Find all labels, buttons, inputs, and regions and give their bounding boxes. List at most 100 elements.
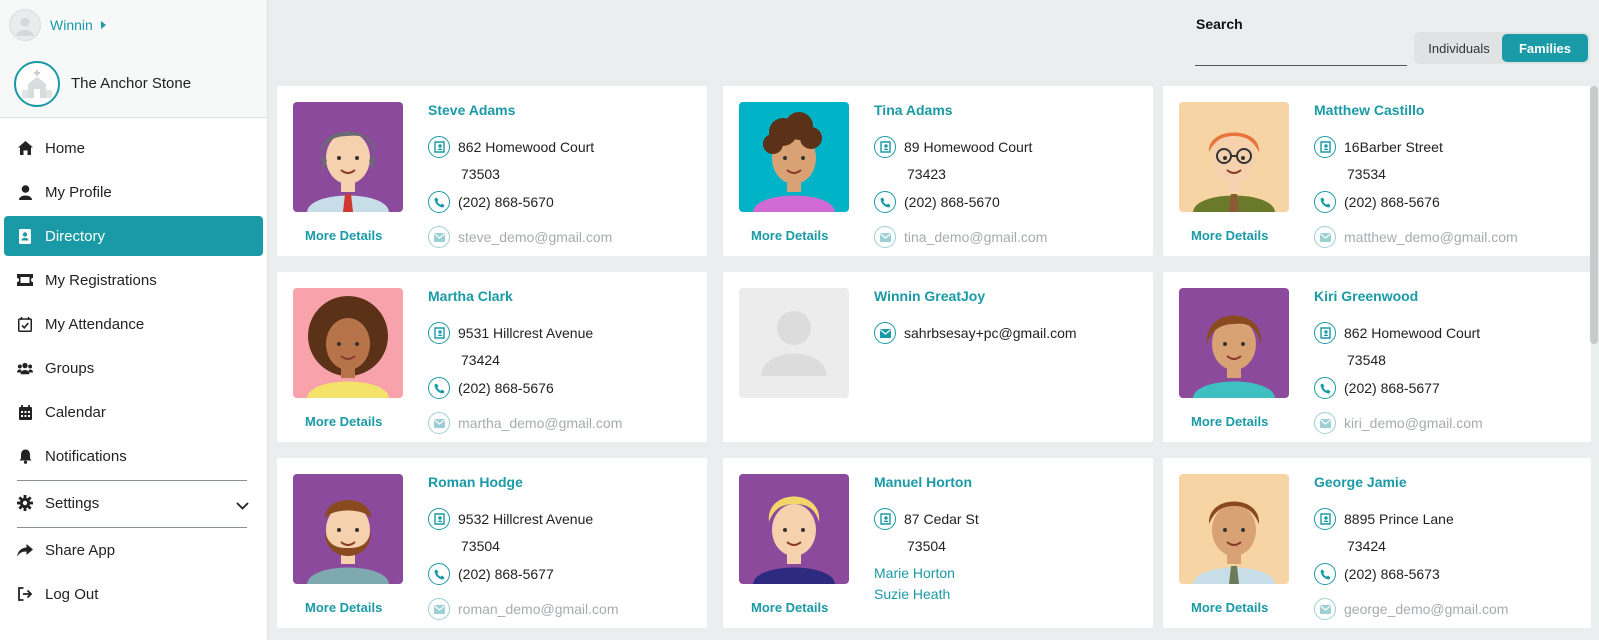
toggle-individuals[interactable]: Individuals (1416, 34, 1502, 62)
phone-text[interactable]: (202) 868-5677 (458, 566, 554, 582)
nav-notifications[interactable]: Notifications (4, 436, 263, 476)
map-marker-icon (1314, 136, 1336, 158)
church-header: The Anchor Stone (0, 50, 267, 118)
email-row: kiri_demo@gmail.com (1314, 412, 1583, 434)
envelope-icon (874, 322, 896, 344)
search-label: Search (1196, 16, 1243, 32)
address-book-icon (17, 228, 33, 244)
more-details-link[interactable]: More Details (305, 228, 382, 243)
envelope-icon (428, 226, 450, 248)
member-name[interactable]: Roman Hodge (428, 474, 699, 494)
address-row: 9531 Hillcrest Avenue (428, 322, 699, 344)
profile-photo[interactable] (1179, 474, 1289, 584)
phone-text[interactable]: (202) 868-5670 (458, 194, 554, 210)
phone-text[interactable]: (202) 868-5676 (458, 380, 554, 396)
directory-card[interactable]: More Details George Jamie 8895 Prince Lane… (1163, 458, 1591, 628)
phone-row: (202) 868-5673 (1314, 563, 1583, 585)
nav-share-app[interactable]: Share App (4, 530, 263, 570)
directory-grid: More Details Steve Adams 862 Homewood Cour… (277, 86, 1591, 640)
nav-directory[interactable]: Directory (4, 216, 263, 256)
nav-my-profile[interactable]: My Profile (4, 172, 263, 212)
email-text[interactable]: steve_demo@gmail.com (458, 229, 612, 245)
profile-photo[interactable] (739, 288, 849, 398)
profile-photo[interactable] (293, 288, 403, 398)
profile-photo[interactable] (1179, 102, 1289, 212)
email-text[interactable]: tina_demo@gmail.com (904, 229, 1047, 245)
directory-card[interactable]: More Details Manuel Horton 87 Cedar St 7350… (723, 458, 1153, 628)
nav-my-registrations[interactable]: My Registrations (4, 260, 263, 300)
nav-settings[interactable]: Settings (4, 483, 263, 523)
zip-text: 73424 (461, 352, 500, 368)
member-name[interactable]: Manuel Horton (874, 474, 1145, 494)
email-text[interactable]: roman_demo@gmail.com (458, 601, 619, 617)
email-text[interactable]: kiri_demo@gmail.com (1344, 415, 1483, 431)
zip-text: 73504 (461, 538, 500, 554)
nav-log-out[interactable]: Log Out (4, 574, 263, 614)
more-details-link[interactable]: More Details (305, 600, 382, 615)
phone-row: (202) 868-5676 (1314, 191, 1583, 213)
zip-text: 73503 (461, 166, 500, 182)
user-menu[interactable]: Winnin (0, 0, 267, 50)
phone-text[interactable]: (202) 868-5676 (1344, 194, 1440, 210)
member-name[interactable]: Matthew Castillo (1314, 102, 1583, 122)
profile-photo[interactable] (293, 474, 403, 584)
member-name[interactable]: George Jamie (1314, 474, 1583, 494)
users-icon (17, 360, 33, 376)
more-details-link[interactable]: More Details (305, 414, 382, 429)
nav-divider (17, 480, 247, 481)
email-text[interactable]: george_demo@gmail.com (1344, 601, 1508, 617)
profile-photo[interactable] (293, 102, 403, 212)
more-details-link[interactable]: More Details (1191, 228, 1268, 243)
chevron-down-icon[interactable] (236, 497, 249, 514)
nav-groups[interactable]: Groups (4, 348, 263, 388)
phone-text[interactable]: (202) 868-5673 (1344, 566, 1440, 582)
email-text[interactable]: sahrbsesay+pc@gmail.com (904, 325, 1077, 341)
member-name[interactable]: Winnin GreatJoy (874, 288, 1145, 308)
family-member-link[interactable]: Suzie Heath (874, 584, 1145, 605)
nav-home[interactable]: Home (4, 128, 263, 168)
map-marker-icon (428, 508, 450, 530)
envelope-icon (428, 412, 450, 434)
card-info: Manuel Horton 87 Cedar St 73504 Marie Horto… (874, 474, 1145, 605)
phone-text[interactable]: (202) 868-5677 (1344, 380, 1440, 396)
share-icon (17, 542, 33, 558)
sign-out-icon (17, 586, 33, 602)
more-details-link[interactable]: More Details (1191, 600, 1268, 615)
phone-text[interactable]: (202) 868-5670 (904, 194, 1000, 210)
family-member-link[interactable]: Marie Horton (874, 563, 1145, 584)
member-name[interactable]: Steve Adams (428, 102, 699, 122)
caret-right-icon[interactable] (100, 21, 106, 29)
email-text[interactable]: martha_demo@gmail.com (458, 415, 622, 431)
more-details-link[interactable]: More Details (751, 228, 828, 243)
nav-my-attendance[interactable]: My Attendance (4, 304, 263, 344)
directory-card[interactable]: More Details Steve Adams 862 Homewood Cour… (277, 86, 707, 256)
directory-card[interactable]: Winnin GreatJoy sahrbsesay+pc@gmail.com (723, 272, 1153, 442)
directory-card[interactable]: More Details Roman Hodge 9532 Hillcrest Av… (277, 458, 707, 628)
directory-card[interactable]: More Details Matthew Castillo 16Barber Str… (1163, 86, 1591, 256)
more-details-link[interactable]: More Details (751, 600, 828, 615)
search-input[interactable] (1195, 40, 1407, 66)
address-text: 9532 Hillcrest Avenue (458, 511, 594, 527)
member-name[interactable]: Kiri Greenwood (1314, 288, 1583, 308)
directory-card[interactable]: More Details Kiri Greenwood 862 Homewood C… (1163, 272, 1591, 442)
directory-card[interactable]: More Details Martha Clark 9531 Hillcrest A… (277, 272, 707, 442)
church-logo (14, 60, 60, 107)
directory-card[interactable]: More Details Tina Adams 89 Homewood Court 7… (723, 86, 1153, 256)
member-name[interactable]: Tina Adams (874, 102, 1145, 122)
envelope-icon (1314, 412, 1336, 434)
member-name[interactable]: Martha Clark (428, 288, 699, 308)
toggle-families[interactable]: Families (1502, 34, 1588, 62)
profile-photo[interactable] (1179, 288, 1289, 398)
email-row: george_demo@gmail.com (1314, 598, 1583, 620)
phone-icon (428, 563, 450, 585)
profile-photo[interactable] (739, 102, 849, 212)
scrollbar[interactable] (1590, 86, 1598, 344)
profile-photo[interactable] (739, 474, 849, 584)
phone-row: (202) 868-5676 (428, 377, 699, 399)
nav-calendar[interactable]: Calendar (4, 392, 263, 432)
home-icon (17, 140, 33, 156)
user-name[interactable]: Winnin (50, 17, 93, 33)
more-details-link[interactable]: More Details (1191, 414, 1268, 429)
email-text[interactable]: matthew_demo@gmail.com (1344, 229, 1518, 245)
calendar-icon (17, 404, 33, 420)
